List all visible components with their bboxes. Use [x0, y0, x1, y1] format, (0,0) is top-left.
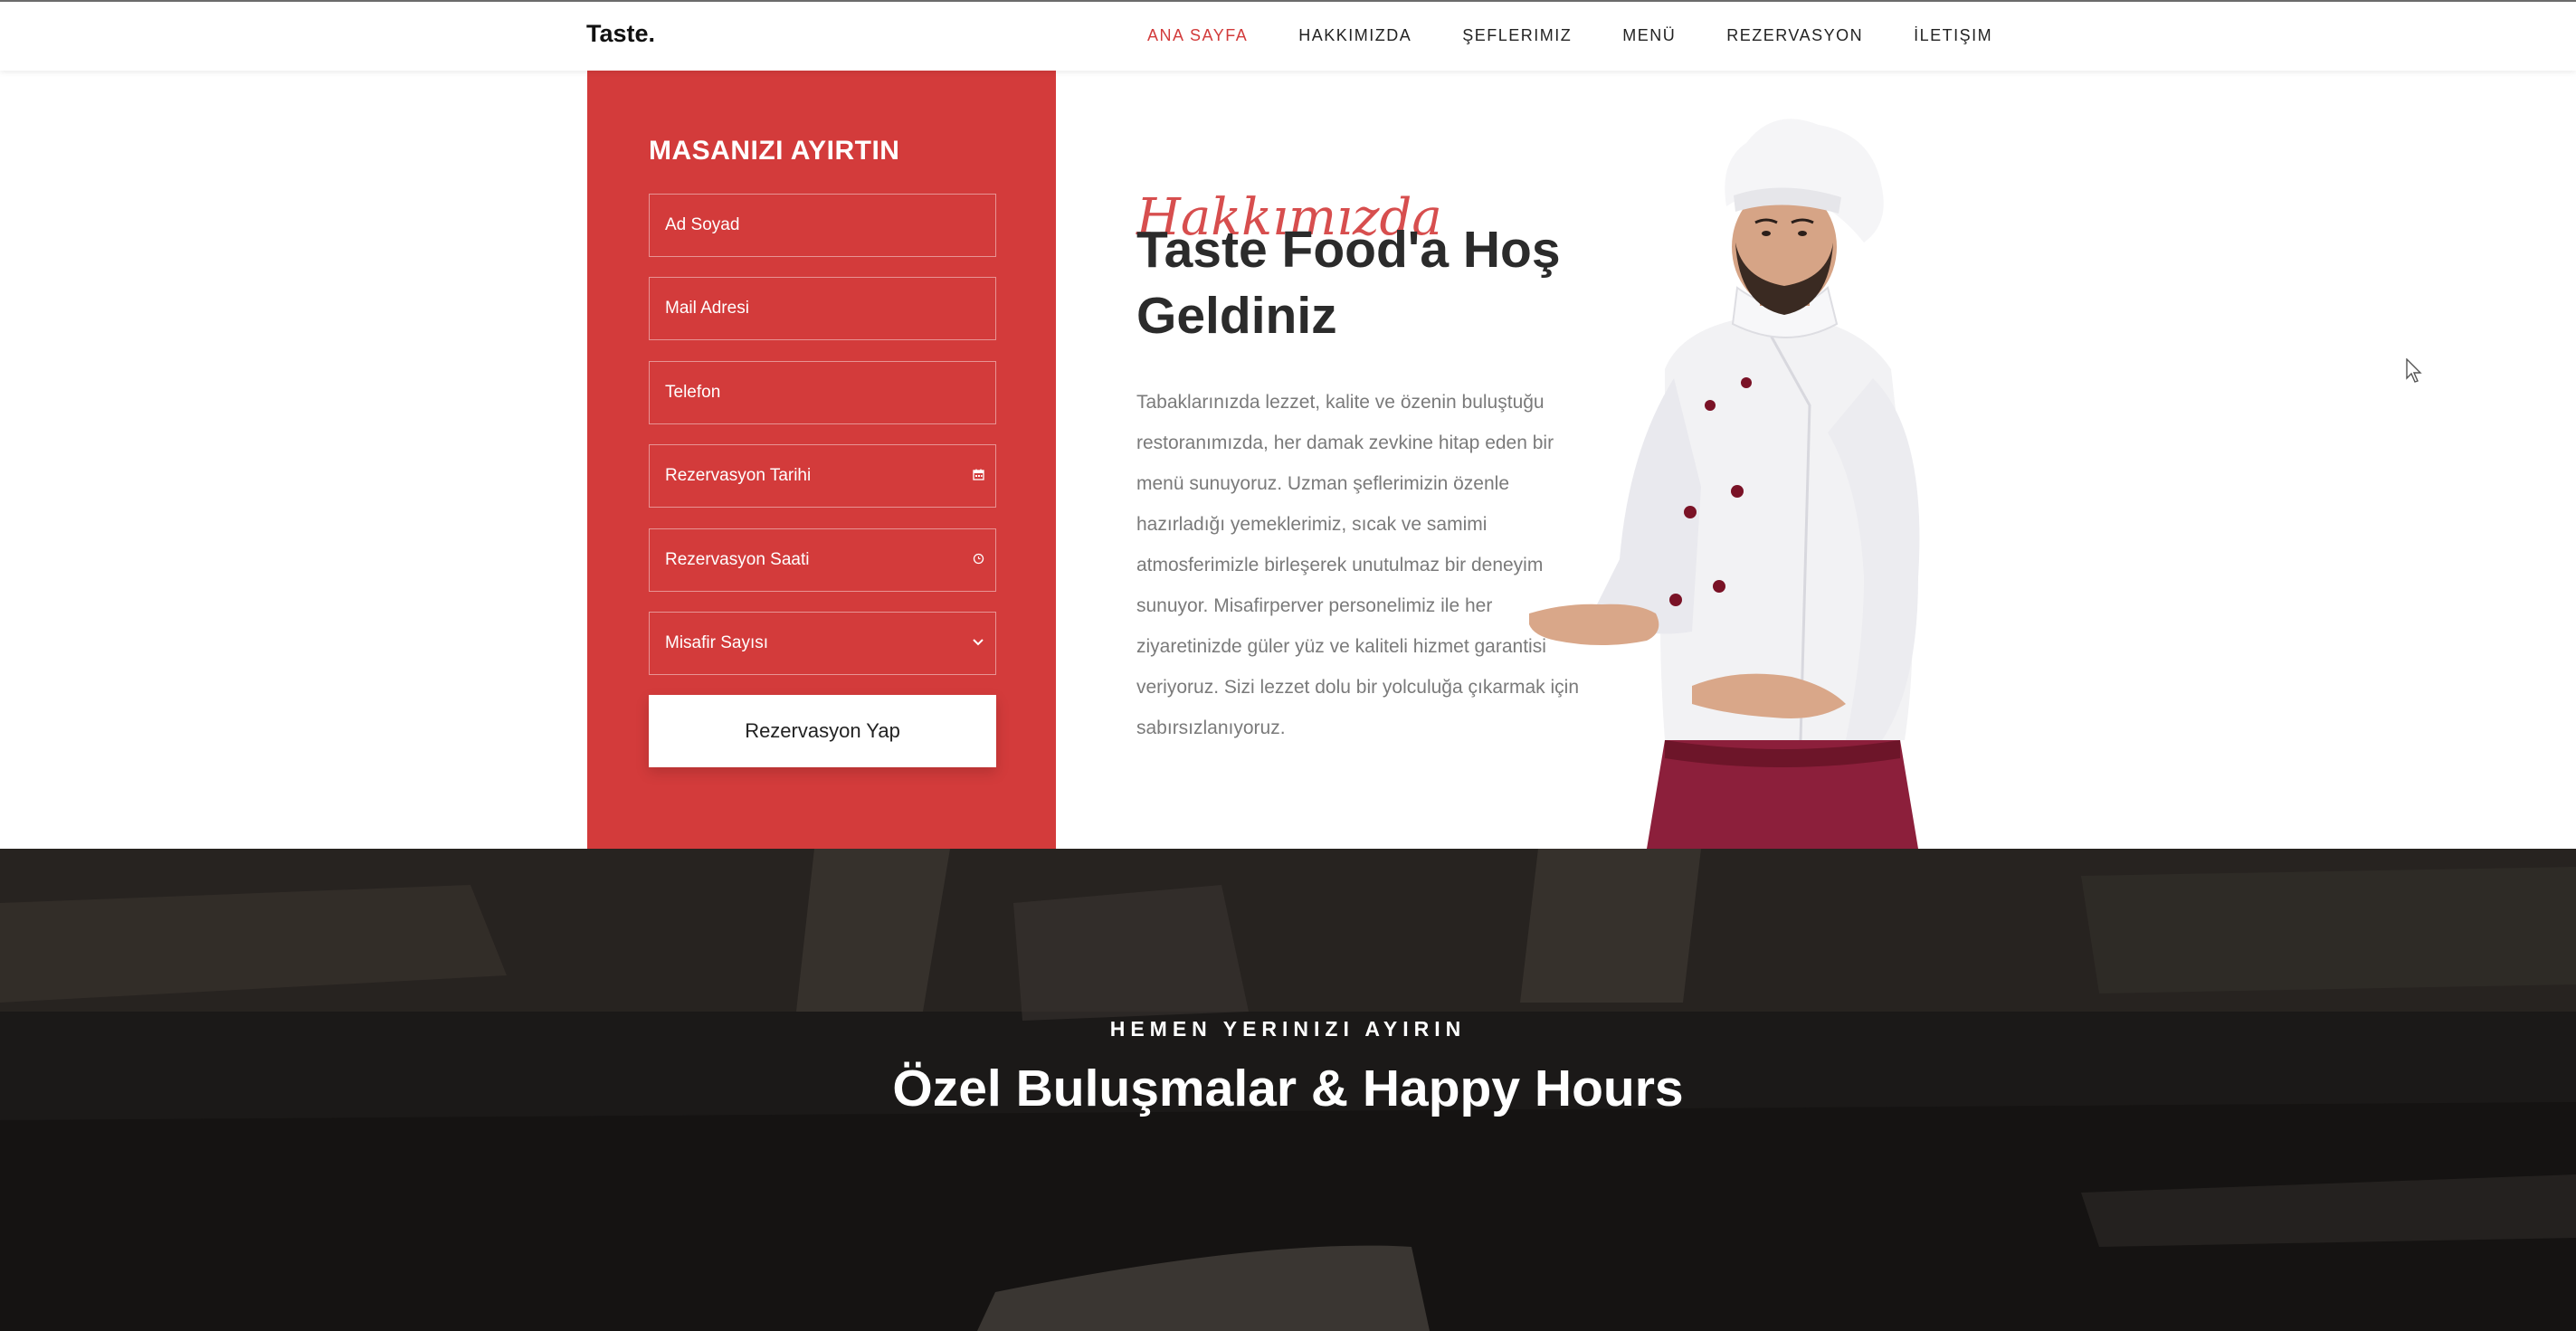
brand-logo[interactable]: Taste. [586, 20, 655, 48]
nav-item-menu[interactable]: MENÜ [1622, 26, 1676, 45]
reserve-button-label: Rezervasyon Yap [745, 719, 900, 742]
date-field[interactable]: Rezervasyon Tarihi [649, 444, 996, 508]
email-field-placeholder: Mail Adresi [665, 299, 749, 318]
reserve-button[interactable]: Rezervasyon Yap [649, 695, 996, 767]
guest-count-select[interactable]: Misafir Sayısı [649, 612, 996, 675]
booking-title: MASANIZI AYIRTIN [649, 136, 900, 166]
clock-icon[interactable] [973, 553, 984, 568]
time-field-placeholder: Rezervasyon Saati [665, 550, 810, 569]
nav-item-contact[interactable]: İLETIŞIM [1914, 26, 1992, 45]
mouse-cursor-icon [2406, 357, 2424, 388]
promo-eyebrow: HEMEN YERINIZI AYIRIN [1109, 1017, 1467, 1041]
chevron-down-icon[interactable] [972, 636, 984, 651]
chef-image [1529, 107, 2018, 849]
guest-count-placeholder: Misafir Sayısı [665, 633, 769, 652]
hero-section: MASANIZI AYIRTIN Ad Soyad Mail Adresi Te… [0, 71, 2576, 849]
phone-field-placeholder: Telefon [665, 383, 721, 402]
time-field[interactable]: Rezervasyon Saati [649, 528, 996, 592]
promo-section: HEMEN YERINIZI AYIRIN Özel Buluşmalar & … [0, 849, 2576, 1331]
promo-title: Özel Buluşmalar & Happy Hours [892, 1060, 1684, 1117]
calendar-icon[interactable] [973, 469, 984, 484]
booking-panel: MASANIZI AYIRTIN Ad Soyad Mail Adresi Te… [587, 71, 1056, 849]
name-field[interactable]: Ad Soyad [649, 194, 996, 257]
main-nav: ANA SAYFA HAKKIMIZDA ŞEFLERIMIZ MENÜ REZ… [1147, 26, 2043, 45]
name-field-placeholder: Ad Soyad [665, 215, 740, 234]
date-field-placeholder: Rezervasyon Tarihi [665, 466, 812, 485]
about-text: Tabaklarınızda lezzet, kalite ve özenin … [1136, 392, 1580, 738]
nav-item-chefs[interactable]: ŞEFLERIMIZ [1462, 26, 1572, 45]
phone-field[interactable]: Telefon [649, 361, 996, 424]
email-field[interactable]: Mail Adresi [649, 277, 996, 340]
navbar: Taste. ANA SAYFA HAKKIMIZDA ŞEFLERIMIZ M… [0, 0, 2576, 71]
nav-item-about[interactable]: HAKKIMIZDA [1298, 26, 1412, 45]
nav-item-reservation[interactable]: REZERVASYON [1726, 26, 1863, 45]
nav-item-home[interactable]: ANA SAYFA [1147, 26, 1248, 45]
